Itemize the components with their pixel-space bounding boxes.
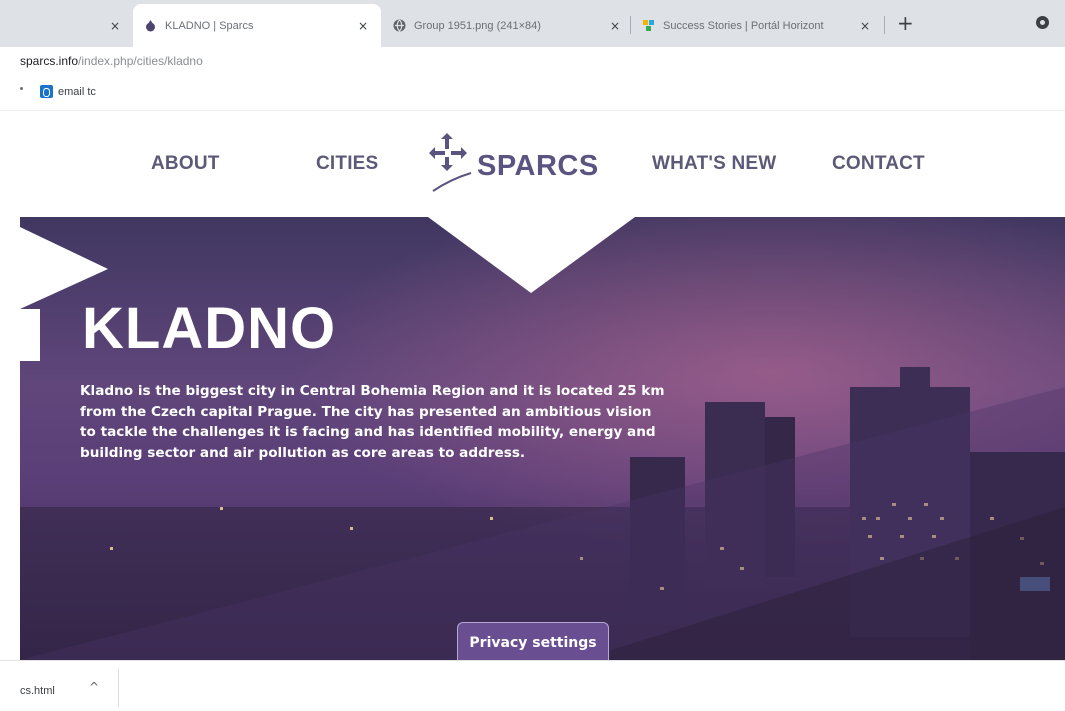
browser-tab-group-png[interactable]: Group 1951.png (241×84) ×	[384, 4, 624, 47]
nav-about[interactable]: ABOUT	[151, 153, 220, 175]
tab-title: Success Stories | Portál Horizont	[663, 19, 824, 32]
url-host: sparcs.info	[20, 54, 79, 68]
city-description: Kladno is the biggest city in Central Bo…	[80, 383, 665, 461]
tab-title: KLADNO | Sparcs	[165, 19, 254, 32]
tab-separator	[630, 16, 631, 34]
download-shelf: cs.html ^	[0, 660, 1065, 711]
tab-close-icon[interactable]: ×	[610, 19, 620, 33]
tab-close-icon[interactable]: ×	[860, 19, 870, 33]
chevron-up-icon[interactable]: ^	[89, 680, 99, 694]
horizont-favicon-icon	[643, 20, 654, 31]
nav-cities[interactable]: CITIES	[316, 153, 378, 175]
browser-tab-strip: × KLADNO | Sparcs × Group 1951.png (241×…	[0, 0, 1065, 47]
page-title: KLADNO	[82, 296, 337, 361]
tab-separator	[884, 16, 885, 34]
nav-contact[interactable]: CONTACT	[832, 153, 925, 175]
tab-close-icon[interactable]: ×	[110, 19, 120, 33]
browser-tab-success-stories[interactable]: Success Stories | Portál Horizont ×	[635, 4, 880, 47]
browser-tab-kladno[interactable]: KLADNO | Sparcs ×	[133, 4, 381, 47]
bookmarks-bar: email tc	[0, 75, 1065, 111]
address-bar[interactable]: sparcs.info/index.php/cities/kladno	[0, 47, 1065, 75]
logo-text: SPARCS	[477, 150, 599, 182]
bookmarks-overflow-icon[interactable]	[20, 87, 23, 90]
tab-close-icon[interactable]: ×	[358, 19, 368, 33]
bookmark-email[interactable]: email tc	[40, 85, 96, 98]
globe-icon	[393, 19, 406, 32]
nav-whats-new[interactable]: WHAT'S NEW	[652, 153, 776, 175]
browser-tab-1[interactable]: ×	[0, 4, 130, 47]
sparcs-favicon-icon	[146, 20, 155, 32]
site-header: ABOUT CITIES SPARCS WHAT'S NEW CONTACT	[20, 111, 1065, 217]
url-text[interactable]: sparcs.info/index.php/cities/kladno	[20, 54, 203, 68]
new-tab-plus-icon[interactable]: +	[897, 11, 914, 35]
sparcs-logo[interactable]: SPARCS	[427, 131, 617, 201]
tab-title: Group 1951.png (241×84)	[414, 19, 541, 32]
download-filename[interactable]: cs.html	[20, 685, 55, 697]
outlook-icon	[40, 85, 53, 98]
profile-icon[interactable]	[1036, 16, 1049, 29]
divider	[118, 669, 119, 707]
bookmark-label: email tc	[58, 85, 96, 98]
sparcs-logo-icon	[429, 133, 472, 192]
hero-banner: KLADNO Kladno is the biggest city in Cen…	[20, 217, 1065, 660]
privacy-settings-button[interactable]: Privacy settings	[457, 622, 609, 660]
url-path: /index.php/cities/kladno	[78, 54, 203, 68]
